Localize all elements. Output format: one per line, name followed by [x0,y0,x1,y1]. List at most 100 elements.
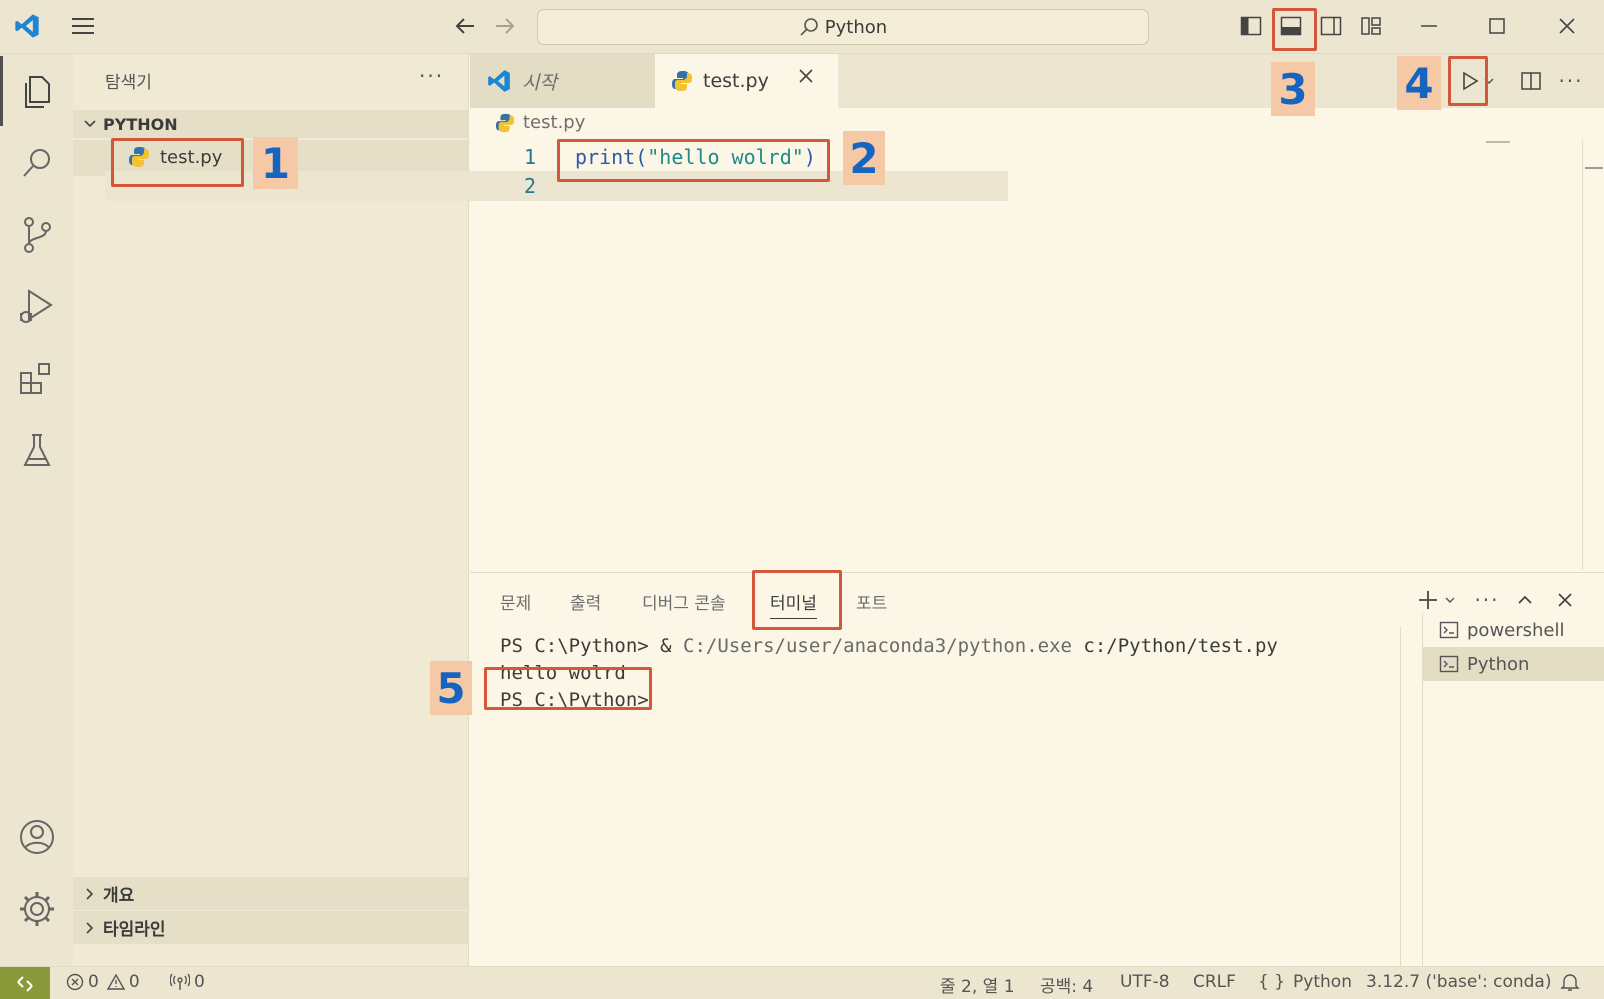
search-text: Python [824,16,888,38]
terminal-exe-path: C:/Users/user/anaconda3/python.exe [683,635,1072,657]
code-text: print("hello wolrd") [575,142,816,172]
breadcrumb-file: test.py [523,112,586,133]
line-number: 1 [523,145,536,169]
command-center-search[interactable]: Python [537,9,1149,45]
code-line-2: 2 [470,171,1550,201]
search-icon[interactable] [0,128,73,198]
tab-problems[interactable]: 문제 [500,589,531,614]
vscode-logo-icon [12,11,42,41]
split-editor-icon[interactable] [1516,66,1546,96]
annotation-number-2: 2 [843,131,885,185]
breadcrumb[interactable]: test.py [495,112,585,133]
terminal-list: powershell Python [1422,613,1604,967]
problems-status[interactable]: 0 0 [66,972,140,992]
timeline-section[interactable]: 타임라인 [73,911,468,944]
editor-scrollbar[interactable] [1582,140,1602,570]
terminal-icon [1439,621,1459,639]
scrollbar-cursor-marker [1585,167,1603,169]
notifications-bell-icon[interactable] [1560,972,1584,992]
customize-layout-icon[interactable] [1356,11,1386,41]
toggle-primary-sidebar-icon[interactable] [1236,11,1266,41]
annotation-number-5: 5 [430,661,472,715]
tab-label: test.py [703,70,769,92]
warning-count: 0 [128,972,140,992]
minimize-icon[interactable] [1414,11,1444,41]
new-terminal-plus-icon[interactable] [1415,585,1441,615]
close-tab-icon[interactable] [798,68,824,84]
status-bar: 0 0 0 줄 2, 열 1 공백: 4 UTF-8 CRLF { } Pyth… [0,966,1604,999]
accounts-icon[interactable] [0,802,73,872]
language-mode[interactable]: { } Python [1258,972,1352,992]
indentation[interactable]: 공백: 4 [1040,972,1093,997]
maximize-panel-chevron-up-icon[interactable] [1512,585,1538,615]
error-count: 0 [88,972,99,992]
remote-indicator-icon[interactable] [0,967,50,999]
terminal-dropdown-chevron-icon[interactable] [1442,585,1458,615]
close-panel-icon[interactable] [1552,585,1578,615]
panel-more-actions-icon[interactable]: ··· [1472,585,1502,615]
terminal-line-3: PS C:\Python> [500,689,649,711]
line-number: 2 [523,174,536,198]
tab-terminal[interactable]: 터미널 [770,589,817,619]
encoding[interactable]: UTF-8 [1120,972,1170,992]
bottom-panel: 문제 출력 디버그 콘솔 터미널 포트 ··· PS C:\Python> & … [470,572,1604,967]
terminal-item-powershell[interactable]: powershell [1423,613,1604,647]
menu-icon[interactable] [68,11,98,41]
tab-test-py[interactable]: test.py [655,54,838,108]
run-and-debug-icon[interactable] [0,272,73,342]
source-control-icon[interactable] [0,200,73,270]
run-dropdown-chevron-icon[interactable] [1480,66,1498,96]
tab-output[interactable]: 출력 [570,589,601,614]
title-bar: Python [0,0,1604,54]
maximize-icon[interactable] [1482,11,1512,41]
python-interpreter[interactable]: 3.12.7 ('base': conda) [1366,972,1551,992]
search-icon [800,18,818,36]
terminal-line-1: PS C:\Python> & C:/Users/user/anaconda3/… [500,633,1278,660]
chevron-right-icon [83,921,97,935]
toggle-secondary-sidebar-icon[interactable] [1316,11,1346,41]
annotation-number-3: 3 [1271,62,1315,116]
error-icon [66,973,84,991]
minimap[interactable] [1486,141,1510,143]
folder-python[interactable]: PYTHON [73,110,468,138]
sidebar-title: 탐색기 [105,73,152,93]
broadcast-icon [170,973,190,990]
terminal-name: powershell [1467,619,1565,641]
timeline-label: 타임라인 [103,920,166,940]
extensions-icon[interactable] [0,344,73,414]
end-of-line[interactable]: CRLF [1193,972,1236,992]
back-arrow-icon[interactable] [450,11,480,41]
settings-gear-icon[interactable] [0,874,73,944]
terminal-item-python[interactable]: Python [1423,647,1604,681]
token-paren: ( [635,145,648,169]
activity-bar [0,54,73,966]
ports-status[interactable]: 0 [170,972,205,992]
ports-count: 0 [194,972,205,992]
editor-more-actions-icon[interactable]: ··· [1556,66,1586,96]
close-window-icon[interactable] [1552,11,1582,41]
terminal-icon [1439,655,1459,673]
python-file-icon [672,71,692,91]
explorer-icon[interactable] [0,56,73,126]
folder-label: PYTHON [103,114,178,134]
token-paren: ) [803,145,816,169]
outline-section[interactable]: 개요 [73,877,468,910]
toggle-panel-icon[interactable] [1276,11,1306,41]
code-line-1: 1 print("hello wolrd") [470,142,1550,172]
vscode-logo-icon [488,70,510,92]
more-actions-icon[interactable]: ··· [419,64,444,88]
terminal-arg: c:/Python/test.py [1071,635,1278,657]
terminal-scrollbar[interactable] [1400,627,1401,967]
tab-welcome[interactable]: 시작 [470,54,655,108]
file-label: test.py [160,146,223,168]
python-file-icon [129,147,149,167]
forward-arrow-icon[interactable] [490,11,520,41]
tab-debug-console[interactable]: 디버그 콘솔 [642,589,726,614]
terminal-output[interactable]: PS C:\Python> & C:/Users/user/anaconda3/… [500,633,1278,714]
cursor-position[interactable]: 줄 2, 열 1 [940,972,1015,997]
annotation-number-4: 4 [1397,56,1441,110]
testing-icon[interactable] [0,416,73,486]
tab-ports[interactable]: 포트 [856,589,887,614]
code-editor[interactable]: 1 print("hello wolrd") 2 [470,140,1585,570]
chevron-right-icon [83,887,97,901]
